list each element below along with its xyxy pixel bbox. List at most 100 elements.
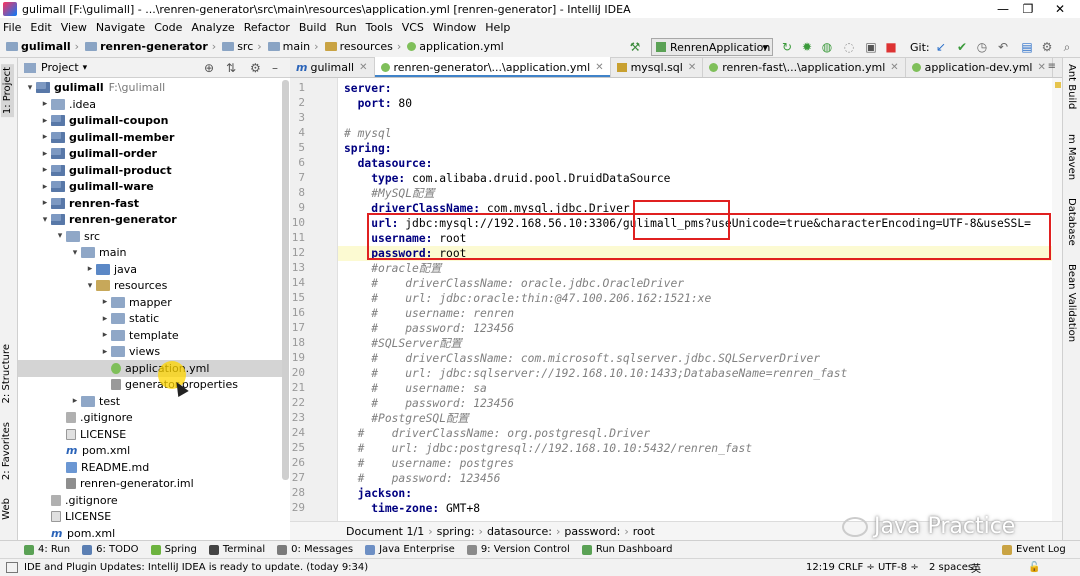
tab-maven[interactable]: m Maven <box>1066 134 1077 180</box>
code-line[interactable]: port: 80 <box>344 96 412 111</box>
code-line[interactable]: jackson: <box>344 486 412 501</box>
tab-project[interactable]: 1: Project <box>1 64 14 118</box>
tree-node[interactable]: ▸ gulimall-order <box>39 145 157 162</box>
git-update-icon[interactable]: ↙ <box>934 40 948 54</box>
tree-node[interactable]: ▸ static <box>99 310 159 327</box>
git-commit-icon[interactable]: ✔ <box>955 40 969 54</box>
menu-window[interactable]: Window <box>433 21 476 34</box>
tab-favorites[interactable]: 2: Favorites <box>1 422 12 480</box>
close-icon[interactable]: ✕ <box>595 62 603 73</box>
tool-version-control[interactable]: 9: Version Control <box>466 544 570 555</box>
project-view-selector[interactable]: Project <box>41 61 79 74</box>
collapsed-arrow-icon[interactable]: ▸ <box>69 396 81 406</box>
code-line[interactable]: # username: postgres <box>344 456 514 471</box>
breadcrumb-datasource[interactable]: datasource: <box>487 525 552 538</box>
collapsed-arrow-icon[interactable]: ▸ <box>99 330 111 340</box>
menu-vcs[interactable]: VCS <box>402 21 424 34</box>
tool-run[interactable]: 4: Run <box>24 544 70 555</box>
expanded-arrow-icon[interactable]: ▾ <box>39 215 51 225</box>
code-line[interactable]: # password: 123456 <box>344 321 514 336</box>
file-encoding[interactable]: UTF-8 ÷ <box>878 562 919 573</box>
profile-icon[interactable]: ◌ <box>842 40 856 54</box>
expanded-arrow-icon[interactable]: ▾ <box>84 281 96 291</box>
code-line[interactable]: spring: <box>344 141 392 156</box>
tool-spring[interactable]: Spring <box>150 544 197 555</box>
code-line[interactable]: #SQLServer配置 <box>344 336 462 351</box>
code-line[interactable]: #PostgreSQL配置 <box>344 411 468 426</box>
tree-node[interactable]: ▸ renren-fast <box>39 195 139 212</box>
search-everywhere-icon[interactable]: ⌕ <box>1060 40 1074 54</box>
collapsed-arrow-icon[interactable]: ▸ <box>39 149 51 159</box>
code-line[interactable]: #MySQL配置 <box>344 186 434 201</box>
code-line[interactable]: # driverClassName: com.microsoft.sqlserv… <box>344 351 820 366</box>
maximize-button[interactable]: ❐ <box>1013 0 1043 18</box>
git-revert-icon[interactable]: ↶ <box>996 40 1010 54</box>
tool-todo[interactable]: 6: TODO <box>82 544 139 555</box>
tree-node[interactable]: renren-generator.iml <box>54 475 194 492</box>
code-line[interactable]: # password: 123456 <box>344 471 501 486</box>
breadcrumb-spring[interactable]: spring: <box>437 525 475 538</box>
tree-node[interactable]: ▸ mapper <box>99 294 172 311</box>
tool-run-dashboard[interactable]: Run Dashboard <box>581 544 672 555</box>
tree-node[interactable]: m pom.xml <box>54 442 130 459</box>
tab-mysql-sql[interactable]: mysql.sql ✕ <box>611 57 704 77</box>
tool-terminal[interactable]: Terminal <box>208 544 265 555</box>
warning-marker-icon[interactable] <box>1055 82 1061 88</box>
crumb-application-yml[interactable]: application.yml <box>407 40 504 53</box>
tool-event-log[interactable]: Event Log <box>1002 544 1066 555</box>
tab-overflow-icon[interactable]: ≡ <box>1048 61 1056 72</box>
tree-node[interactable]: .gitignore <box>39 492 118 509</box>
code-line[interactable]: # username: sa <box>344 381 487 396</box>
build-hammer-icon[interactable]: ⚒ <box>628 40 642 54</box>
tree-node[interactable]: m pom.xml <box>39 525 115 541</box>
line-separator[interactable]: CRLF ÷ <box>838 562 875 573</box>
tree-node[interactable]: application.yml <box>18 359 282 377</box>
collapsed-arrow-icon[interactable]: ▸ <box>99 297 111 307</box>
code-line[interactable]: # password: 123456 <box>344 396 514 411</box>
code-line[interactable]: # url: jdbc:postgresql://192.168.10.10:5… <box>344 441 752 456</box>
tab-gulimall[interactable]: m gulimall ✕ <box>290 57 375 77</box>
breadcrumb-password[interactable]: password: <box>564 525 620 538</box>
collapsed-arrow-icon[interactable]: ▸ <box>99 347 111 357</box>
tree-node[interactable]: ▸ views <box>99 343 160 360</box>
chevron-down-icon[interactable]: ▾ <box>83 63 88 73</box>
code-line[interactable]: datasource: <box>344 156 433 171</box>
attach-icon[interactable]: ▣ <box>864 40 878 54</box>
code-editor[interactable]: server: port: 80 # mysql spring: datasourc… <box>338 78 1062 521</box>
code-line[interactable]: server: <box>344 81 392 96</box>
collapsed-arrow-icon[interactable]: ▸ <box>39 165 51 175</box>
code-line[interactable]: time-zone: GMT+8 <box>344 501 480 516</box>
tree-node[interactable]: LICENSE <box>39 508 111 525</box>
close-button[interactable]: ✕ <box>1045 0 1075 18</box>
menu-file[interactable]: File <box>3 21 21 34</box>
code-line[interactable]: # driverClassName: org.postgresql.Driver <box>344 426 650 441</box>
tree-node[interactable]: LICENSE <box>54 426 126 443</box>
tree-node[interactable]: ▸ template <box>99 327 179 344</box>
collapse-all-icon[interactable]: ⇅ <box>226 61 236 75</box>
collapsed-arrow-icon[interactable]: ▸ <box>39 132 51 142</box>
menu-build[interactable]: Build <box>299 21 327 34</box>
status-monitor-icon[interactable] <box>6 562 18 573</box>
tree-node[interactable]: ▾ renren-generator <box>39 211 177 228</box>
project-tree[interactable]: ▾ gulimall F:\gulimall ▸ .idea ▸ gulimall-coup… <box>18 78 290 540</box>
crumb-gulimall[interactable]: gulimall › <box>6 40 83 53</box>
breadcrumb-root[interactable]: root <box>633 525 655 538</box>
menu-tools[interactable]: Tools <box>366 21 393 34</box>
run-configuration-select[interactable]: RenrenApplication ▾ <box>651 38 773 56</box>
close-icon[interactable]: ✕ <box>1038 62 1046 73</box>
crumb-main[interactable]: main › <box>267 40 323 53</box>
menu-edit[interactable]: Edit <box>30 21 51 34</box>
coverage-icon[interactable]: ◍ <box>820 40 834 54</box>
tree-node[interactable]: ▸ gulimall-member <box>39 129 175 146</box>
close-icon[interactable]: ✕ <box>890 62 898 73</box>
tab-database[interactable]: Database <box>1066 198 1077 246</box>
tab-renren-generator-application-yml[interactable]: renren-generator\...\application.yml ✕ <box>374 57 611 77</box>
tab-web[interactable]: Web <box>1 498 12 520</box>
close-icon[interactable]: ✕ <box>359 62 367 73</box>
collapsed-arrow-icon[interactable]: ▸ <box>39 198 51 208</box>
crumb-src[interactable]: src › <box>222 40 265 53</box>
code-line[interactable]: # mysql <box>344 126 392 141</box>
stop-icon[interactable]: ■ <box>884 40 898 54</box>
rerun-icon[interactable]: ↻ <box>780 40 794 54</box>
code-line[interactable]: # url: jdbc:sqlserver://192.168.10.10:14… <box>344 366 847 381</box>
